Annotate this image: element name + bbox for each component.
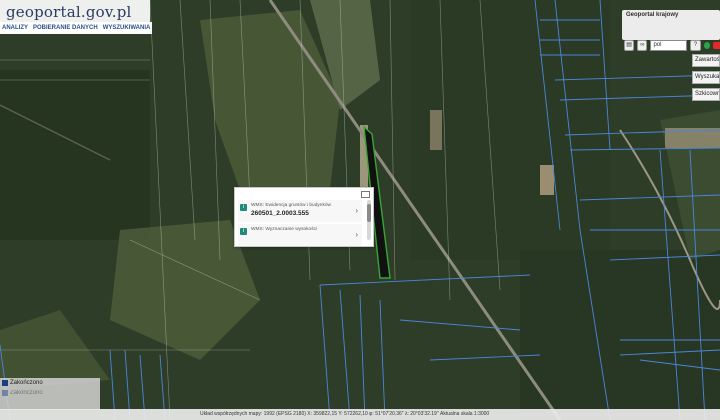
language-select[interactable]: pol <box>650 39 688 51</box>
menu-item-analizy[interactable]: ANALIZY <box>2 25 28 31</box>
contents-button[interactable]: Zawartość <box>692 54 720 67</box>
youtube-icon[interactable] <box>712 41 720 49</box>
minimize-icon[interactable] <box>361 191 370 198</box>
popup-row-wysokosci[interactable]: i WMS: Wyznaczanie wysokości › <box>238 224 362 246</box>
sketch-button[interactable]: Szkicownik <box>692 88 720 101</box>
right-controls-container: ▤ ∞ pol ? <box>622 0 720 60</box>
coordinate-readout: Układ współrzędnych mapy: 1992 (EPSG 218… <box>200 411 490 417</box>
status-bar: Układ współrzędnych mapy: 1992 (EPSG 218… <box>0 409 720 420</box>
legend-label: Zakończono <box>10 390 43 396</box>
chevron-right-icon[interactable]: › <box>355 206 358 215</box>
popup-row-ewidencja[interactable]: i WMS: Ewidencja gruntów i budynków 2605… <box>238 200 362 222</box>
print-icon[interactable]: ▤ <box>624 39 635 51</box>
right-controls: ▤ ∞ pol ? <box>622 39 720 51</box>
chevron-right-icon[interactable]: › <box>355 230 358 239</box>
main-menu: ANALIZY POBIERANIE DANYCH WYSZUKIWANIA <box>0 22 152 34</box>
feature-info-popup: i WMS: Ewidencja gruntów i budynków 2605… <box>234 187 374 247</box>
status-dot-icon <box>703 41 710 49</box>
help-icon[interactable]: ? <box>690 39 701 51</box>
menu-item-pobieranie-danych[interactable]: POBIERANIE DANYCH <box>33 25 98 31</box>
row-label: WMS: Ewidencja gruntów i budynków <box>251 203 331 208</box>
legend-label: Zakończono <box>10 380 43 386</box>
link-icon[interactable]: ∞ <box>637 39 648 51</box>
legend-item: Zakończono <box>2 390 43 396</box>
legend-item: Zakończono <box>2 380 43 386</box>
legend-square-icon <box>2 390 8 396</box>
menu-item-wyszukiwania[interactable]: WYSZUKIWANIA <box>103 25 151 31</box>
row-label: WMS: Wyznaczanie wysokości <box>251 227 318 232</box>
legend-square-icon <box>2 380 8 386</box>
logo[interactable]: geoportal.gov.pl <box>6 3 132 21</box>
scrollbar-thumb[interactable] <box>367 204 371 222</box>
info-icon: i <box>240 228 247 235</box>
parcel-id: 260501_2.0003.555 <box>251 210 309 217</box>
legend-panel: Zakończono Zakończono <box>0 378 100 410</box>
info-icon: i <box>240 204 247 211</box>
search-button[interactable]: Wyszukaj <box>692 71 720 84</box>
popup-scrollbar[interactable] <box>367 200 371 240</box>
